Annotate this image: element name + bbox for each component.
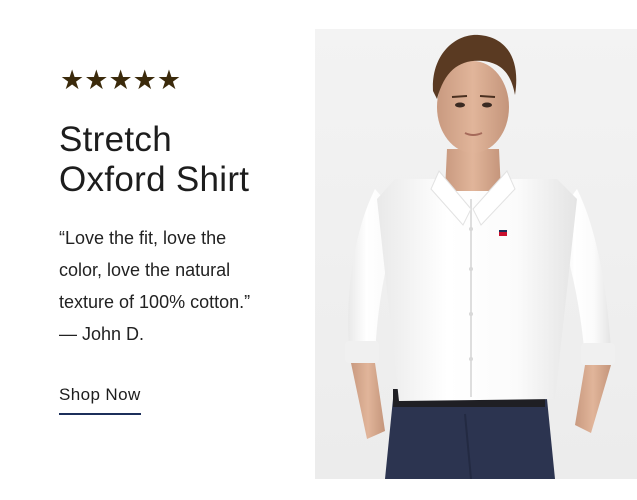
product-photo <box>315 29 637 479</box>
customer-review-quote: “Love the fit, love the color, love the … <box>59 222 309 350</box>
star-icon: ★ <box>156 65 182 96</box>
product-promo-panel: ★ ★ ★ ★ ★ Stretch Oxford Shirt “Love the… <box>0 0 315 500</box>
model-illustration <box>315 29 637 479</box>
star-icon: ★ <box>108 65 133 96</box>
review-line: “Love the fit, love the <box>59 228 227 248</box>
review-author: — John D. <box>59 324 145 344</box>
rating-stars: ★ ★ ★ ★ ★ <box>60 66 181 96</box>
shop-now-link[interactable]: Shop Now <box>59 383 141 415</box>
product-title-line: Oxford Shirt <box>59 160 250 199</box>
product-title: Stretch Oxford Shirt <box>59 120 309 200</box>
star-icon: ★ <box>84 65 109 96</box>
review-line: texture of 100% cotton.” <box>59 292 251 312</box>
star-icon: ★ <box>60 65 85 96</box>
product-title-line: Stretch <box>59 120 172 159</box>
star-icon: ★ <box>132 65 157 96</box>
review-line: color, love the natural <box>59 260 231 280</box>
